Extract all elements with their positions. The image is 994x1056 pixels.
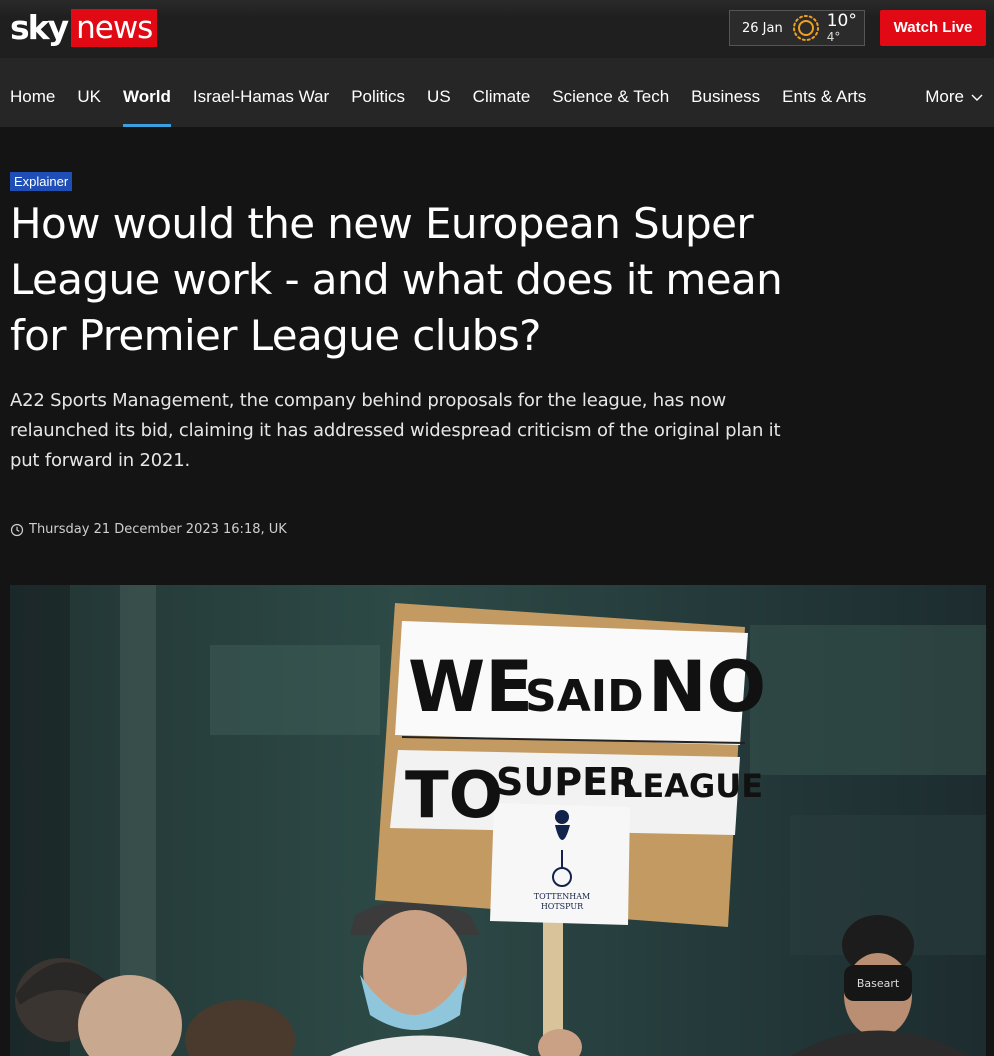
timestamp-text: Thursday 21 December 2023 16:18, UK bbox=[29, 522, 287, 537]
sign-word-we: WE bbox=[408, 646, 533, 728]
article-tag-explainer[interactable]: Explainer bbox=[10, 172, 73, 191]
nav-item-israel-hamas-war[interactable]: Israel-Hamas War bbox=[193, 58, 329, 127]
article-timestamp: Thursday 21 December 2023 16:18, UK bbox=[10, 522, 287, 537]
nav-more-button[interactable]: More bbox=[925, 58, 984, 136]
sign-word-to: TO bbox=[405, 759, 503, 833]
nav-item-business[interactable]: Business bbox=[691, 58, 760, 127]
main-nav: Home UK World Israel-Hamas War Politics … bbox=[0, 58, 994, 127]
weather-temps: 10° 4° bbox=[826, 11, 857, 44]
nav-list: Home UK World Israel-Hamas War Politics … bbox=[10, 58, 888, 127]
sign-word-said: SAID bbox=[525, 671, 644, 722]
weather-low: 4° bbox=[826, 30, 841, 44]
watch-live-button[interactable]: Watch Live bbox=[880, 10, 986, 46]
sun-icon bbox=[792, 15, 819, 41]
nav-item-ents-arts[interactable]: Ents & Arts bbox=[782, 58, 866, 127]
sign-word-league: LEAGUE bbox=[622, 767, 763, 805]
nav-item-climate[interactable]: Climate bbox=[473, 58, 531, 127]
crest-text-bottom: HOTSPUR bbox=[541, 902, 584, 911]
weather-high: 10° bbox=[826, 11, 857, 31]
mask-text: Baseart bbox=[857, 977, 900, 990]
nav-item-politics[interactable]: Politics bbox=[351, 58, 405, 127]
nav-item-us[interactable]: US bbox=[427, 58, 451, 127]
logo-sky-text: sky bbox=[10, 8, 69, 47]
nav-more-label: More bbox=[925, 87, 964, 106]
hero-photo: Baseart WE SAID NO TO SUPER LEAGUE TOTTE… bbox=[10, 585, 986, 1056]
sign-word-super: SUPER bbox=[496, 760, 637, 804]
article-headline: How would the new European Super League … bbox=[10, 199, 783, 360]
top-bar: sky news 26 Jan 10° 4° Watch Live bbox=[0, 0, 994, 58]
nav-item-uk[interactable]: UK bbox=[77, 58, 101, 127]
nav-item-science-tech[interactable]: Science & Tech bbox=[552, 58, 669, 127]
crest-text-top: TOTTENHAM bbox=[534, 892, 591, 901]
hero-image[interactable]: Baseart WE SAID NO TO SUPER LEAGUE TOTTE… bbox=[10, 585, 986, 1056]
nav-item-home[interactable]: Home bbox=[10, 58, 55, 127]
nav-item-world[interactable]: World bbox=[122, 58, 171, 127]
weather-date: 26 Jan bbox=[742, 20, 783, 36]
weather-widget[interactable]: 26 Jan 10° 4° bbox=[729, 10, 865, 46]
logo-news-text: news bbox=[71, 9, 158, 47]
sign-word-no: NO bbox=[648, 646, 766, 728]
sky-news-logo[interactable]: sky news bbox=[10, 8, 158, 47]
clock-icon bbox=[10, 523, 24, 536]
chevron-down-icon bbox=[971, 94, 983, 101]
article-standfirst: A22 Sports Management, the company behin… bbox=[10, 390, 781, 471]
